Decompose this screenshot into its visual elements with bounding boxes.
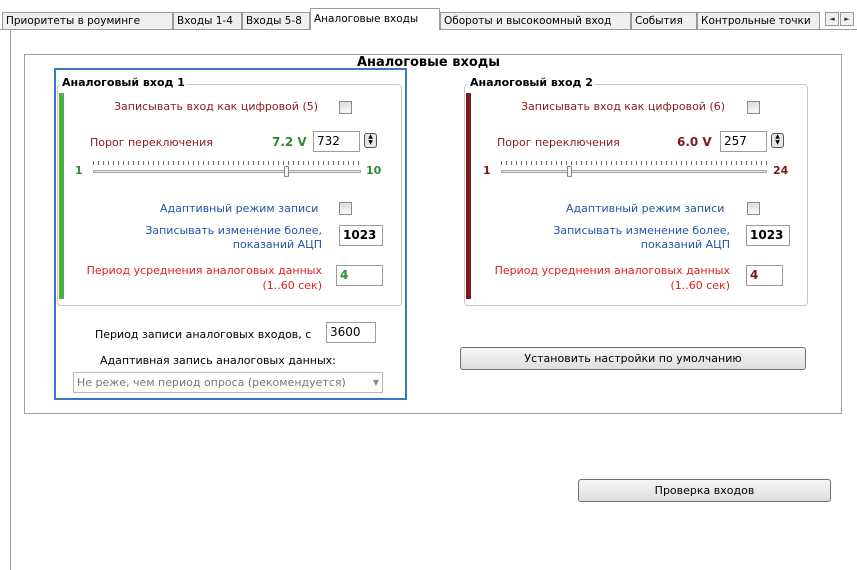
avg-1-input[interactable]: 4 — [336, 265, 383, 286]
record-digital-1-checkbox[interactable] — [339, 101, 352, 114]
change-1-input[interactable]: 1023 — [339, 225, 383, 246]
avg-2-label-line1: Период усреднения аналоговых данных — [494, 264, 730, 277]
slider-1-track[interactable] — [93, 170, 361, 173]
adaptive-2-label: Адаптивный режим записи — [566, 202, 725, 215]
change-1-label-line2: показаний АЦП — [232, 238, 322, 251]
tab-events[interactable]: События — [631, 12, 697, 29]
slider-1-max: 10 — [366, 164, 382, 177]
adaptive-data-select[interactable]: Не реже, чем период опроса (рекомендуетс… — [73, 372, 383, 393]
tab-analog-inputs[interactable]: Аналоговые входы — [310, 8, 440, 30]
threshold-2-voltage: 6.0 V — [677, 135, 712, 149]
record-period-label: Период записи аналоговых входов, с — [95, 328, 312, 341]
tab-inputs-5-8[interactable]: Входы 5-8 — [242, 12, 310, 29]
adaptive-1-checkbox[interactable] — [339, 202, 352, 215]
slider-2-max: 24 — [773, 164, 789, 177]
set-defaults-button[interactable]: Установить настройки по умолчанию — [460, 347, 806, 370]
change-2-label-line2: показаний АЦП — [640, 238, 730, 251]
tab-scroll-right-icon[interactable]: ► — [840, 12, 854, 26]
change-2-label-line1: Записывать изменение более, — [553, 224, 730, 237]
slider-2-track[interactable] — [501, 170, 767, 173]
threshold-1-input[interactable]: 732 — [313, 131, 360, 152]
change-1-label-line1: Записывать изменение более, — [145, 224, 322, 237]
check-inputs-button[interactable]: Проверка входов — [578, 479, 831, 502]
analog-input-1-title: Аналоговый вход 1 — [60, 76, 187, 89]
threshold-1-voltage: 7.2 V — [272, 135, 307, 149]
analog-input-2-title: Аналоговый вход 2 — [468, 76, 595, 89]
tab-checkpoints[interactable]: Контрольные точки — [697, 12, 820, 29]
threshold-2-label: Порог переключения — [497, 136, 620, 149]
adaptive-1-label: Адаптивный режим записи — [160, 202, 319, 215]
tab-roaming-priorities[interactable]: Приоритеты в роуминге — [2, 12, 173, 29]
threshold-1-spin-icon[interactable]: ▲ ▼ — [364, 133, 377, 148]
record-digital-1-label: Записывать вход как цифровой (5) — [114, 100, 319, 113]
tab-scroll-left-icon[interactable]: ◄ — [825, 12, 839, 26]
avg-2-input[interactable]: 4 — [746, 265, 783, 286]
tab-strip: Приоритеты в роуминге Входы 1-4 Входы 5-… — [0, 0, 857, 30]
adaptive-data-option: Не реже, чем период опроса (рекомендуетс… — [77, 376, 346, 389]
slider-1-min: 1 — [75, 164, 83, 177]
record-digital-2-checkbox[interactable] — [747, 101, 760, 114]
adaptive-2-checkbox[interactable] — [747, 202, 760, 215]
analog-input-2-color-bar — [466, 93, 471, 299]
slider-1-ticks — [93, 161, 361, 165]
record-period-input[interactable]: 3600 — [326, 322, 376, 343]
analog-input-1-color-bar — [59, 93, 64, 299]
adaptive-data-label: Адаптивная запись аналоговых данных: — [100, 354, 336, 367]
slider-1-thumb[interactable] — [283, 166, 289, 177]
record-digital-2-label: Записывать вход как цифровой (6) — [521, 100, 726, 113]
threshold-2-input[interactable]: 257 — [720, 131, 767, 152]
change-2-input[interactable]: 1023 — [746, 225, 790, 246]
avg-2-label-line2: (1..60 сек) — [670, 279, 730, 292]
chevron-down-icon[interactable]: ▼ — [373, 373, 379, 392]
slider-2-ticks — [501, 161, 767, 165]
threshold-2-spin-icon[interactable]: ▲ ▼ — [771, 133, 784, 148]
tab-rpm-high-impedance[interactable]: Обороты и высокоомный вход — [440, 12, 631, 29]
tab-inputs-1-4[interactable]: Входы 1-4 — [173, 12, 242, 29]
avg-1-label-line2: (1..60 сек) — [262, 279, 322, 292]
avg-1-label-line1: Период усреднения аналоговых данных — [86, 264, 322, 277]
slider-2-min: 1 — [483, 164, 491, 177]
slider-2-thumb[interactable] — [567, 166, 573, 177]
threshold-1-label: Порог переключения — [90, 136, 213, 149]
